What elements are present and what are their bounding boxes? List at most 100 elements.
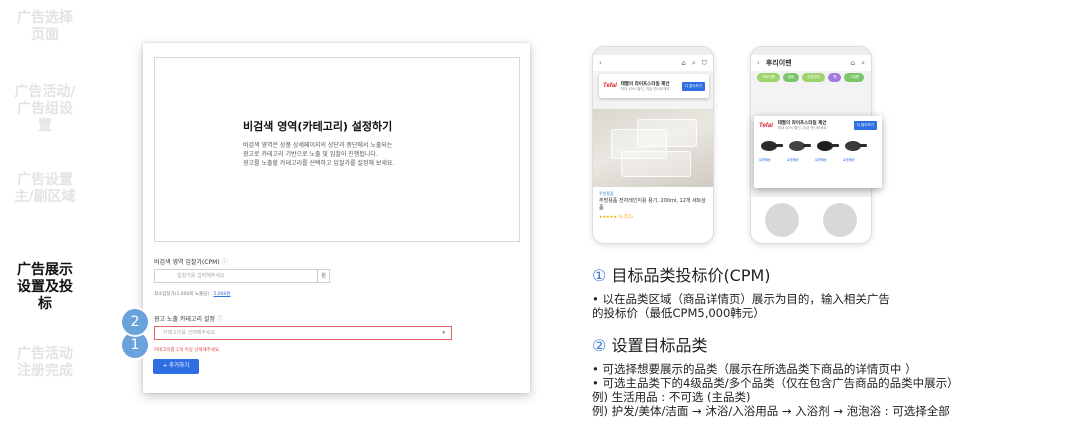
back-icon[interactable]: ‹ <box>599 59 602 67</box>
ad-cta-button[interactable]: 더 알아보기 <box>681 81 705 91</box>
step-label-line: 广告组设 <box>17 101 73 117</box>
home-icon[interactable]: ⌂ <box>681 59 685 67</box>
step-rail: 广告选择 页面 广告活动/ 广告组设 置 广告设置 主/副区域 广告展示 设置及… <box>0 0 104 442</box>
product-name: 주방용품 전자레인지용 용기, 200ml, 12개 세트상품 <box>599 198 706 211</box>
bid-label: 비검색 영역 입찰가(CPM) ⓘ <box>154 257 228 266</box>
category-page-title: 후리이팬 <box>765 59 792 67</box>
home-icon[interactable]: ⌂ <box>851 59 855 67</box>
section-target-category: ② 设置目标品类 • 可选择想要展示的品类（展示在所选品类下商品的详情页中 ） … <box>592 332 959 418</box>
container-shape <box>621 151 691 177</box>
status-bar <box>751 47 871 55</box>
search-icon[interactable]: ⌕ <box>861 59 865 68</box>
section-bid-price: ① 目标品类投标价(CPM) • 以在品类区域（商品详情页）展示为目的，输入相关… <box>592 262 890 320</box>
category-select[interactable]: 카테고리를 선택해주세요 ▾ <box>154 326 452 340</box>
section-title-text: 设置目标品类 <box>611 336 708 355</box>
brand-ad-banner[interactable]: Tefal 테팔의 라이프스타일 제안 최대 40% 할인, 지금 만나보세요 … <box>599 74 709 98</box>
step-label-line: 广告活动/ <box>14 84 76 100</box>
step-label-line: 广告展示 <box>17 262 73 278</box>
delivery-badge: 로켓배송 <box>759 158 771 162</box>
search-icon[interactable]: ⌕ <box>692 59 696 68</box>
step-label-line: 广告选择 <box>17 10 73 26</box>
category-chip[interactable]: 프라이팬 <box>757 73 780 82</box>
brand-logo: Tefal <box>603 83 617 89</box>
delivery-badge: 로켓배송 <box>843 158 855 162</box>
step-ad-page-selection: 广告选择 页面 <box>2 10 88 44</box>
ad-subtitle: 최대 40% 할인, 지금 만나보세요 <box>620 86 670 91</box>
section-title-text: 目标品类投标价(CPM) <box>611 266 771 285</box>
product-grid <box>751 197 871 243</box>
empty-state-description: 비검색 영역은 상품 상세페이지의 상단과 중단에서 노출되는 광고로 카테고리… <box>243 141 483 168</box>
section-number: ① <box>592 266 607 285</box>
product-image <box>593 109 713 187</box>
chevron-down-icon: ▾ <box>442 330 445 336</box>
description-line: 비검색 영역은 상품 상세페이지의 상단과 중단에서 노출되는 <box>243 142 393 149</box>
frying-pan-image[interactable] <box>787 137 811 155</box>
category-error-message: 카테고리를 1개 이상 선택해주세요. <box>154 348 221 353</box>
category-label-text: 광고 노출 카테고리 설정 <box>154 316 215 323</box>
bullet-line: • 可选主品类下的4级品类/多个品类（仅在包含广告商品的品类中展示） <box>592 376 959 390</box>
ad-text: 테팔의 라이프스타일 제안 최대 40% 할인, 지금 만나보세요 <box>621 81 678 92</box>
bid-unit: 원 <box>318 269 330 283</box>
category-ad-popup[interactable]: Tefal 테팔의 라이프스타일 제안 최대 40% 할인, 지금 만나보세요 … <box>754 116 882 188</box>
min-bid-value[interactable]: 5,000원 <box>213 292 230 297</box>
min-bid-prefix: 최소입찰가(1,000회 노출당) : <box>154 292 214 297</box>
phone-mockup-product-detail: ‹ ⌂ ⌕ ⛉ Tefal 테팔의 라이프스타일 제안 최대 40% 할인, 지… <box>592 46 714 244</box>
frying-pan-image[interactable] <box>843 137 867 155</box>
category-chip[interactable]: 주방세트 <box>802 73 826 82</box>
product-thumbnail <box>765 203 799 237</box>
bullet-line: • 可选择想要展示的品类（展示在所选品类下商品的详情页中 ） <box>592 362 917 376</box>
step-label-line: 主/副区域 <box>14 189 76 205</box>
step-display-and-bidding: 广告展示 设置及投 标 <box>2 262 88 313</box>
section-title: ① 目标品类投标价(CPM) <box>592 262 890 286</box>
step-label-line: 页面 <box>31 27 59 43</box>
step-badge-2: 2 <box>122 309 148 335</box>
back-icon[interactable]: ‹ <box>757 59 760 67</box>
cart-icon[interactable]: ⛉ <box>702 59 707 68</box>
section-title: ② 设置目标品类 <box>592 332 959 356</box>
category-placeholder: 카테고리를 선택해주세요 <box>163 330 216 336</box>
frying-pan-image[interactable] <box>759 137 783 155</box>
step-badge-1: 1 <box>122 332 148 358</box>
product-category: 주방용품 <box>599 191 614 196</box>
bullet-line: • 以在品类区域（商品详情页）展示为目的，输入相关广告 <box>592 292 890 306</box>
description-line: 광고를 노출할 카테고리를 선택하고 입찰가를 설정해 보세요. <box>243 160 395 167</box>
delivery-badge: 로켓배송 <box>815 158 827 162</box>
bullet-line: 的投标价（最低CPM5,000韩元） <box>592 306 765 320</box>
bid-label-text: 비검색 영역 입찰가(CPM) <box>154 259 220 266</box>
product-info: 주방용품 주방용품 전자레인지용 용기, 200ml, 12개 세트상품 ★★★… <box>593 187 713 243</box>
category-settings-panel: 비검색 영역(카테고리) 설정하기 비검색 영역은 상품 상세페이지의 상단과 … <box>143 43 530 393</box>
bullet-line: 例) 生活用品 : 不可选 (主品类) <box>592 390 751 404</box>
category-chip[interactable]: 웍 <box>828 73 842 82</box>
step-label-line: 广告设置 <box>17 172 73 188</box>
category-chip[interactable]: 냄비 <box>782 73 800 82</box>
empty-state-title: 비검색 영역(카테고리) 설정하기 <box>243 120 393 133</box>
product-thumbnail <box>823 203 857 237</box>
product-rating: ★★★★★ (4,755) <box>599 214 633 219</box>
description-line: 광고로 카테고리 기반으로 노출 및 입찰이 진행됩니다. <box>243 151 378 158</box>
bid-input[interactable]: 입찰가를 입력해주세요 <box>154 269 318 283</box>
category-chips: 프라이팬 냄비 주방세트 웍 그릴팬 <box>757 73 865 82</box>
pan-products <box>754 137 882 155</box>
empty-state-box: 비검색 영역(카테고리) 설정하기 비검색 영역은 상품 상세페이지의 상단과 … <box>154 57 520 242</box>
category-label: 광고 노출 카테고리 설정 ⓘ <box>154 314 223 323</box>
step-campaign-settings: 广告活动/ 广告组设 置 <box>2 84 88 135</box>
delivery-badge: 로켓배송 <box>787 158 799 162</box>
help-icon[interactable]: ⓘ <box>217 316 223 323</box>
app-header: ‹ ⌂ ⌕ ⛉ <box>593 55 713 71</box>
brand-logo: Tefal <box>759 122 773 129</box>
step-label-line: 置 <box>38 118 52 134</box>
pan-labels: 로켓배송 로켓배송 로켓배송 로켓배송 <box>754 155 882 164</box>
step-label-line: 设置及投 <box>17 279 73 295</box>
add-category-button[interactable]: + 추가하기 <box>153 359 199 374</box>
frying-pan-image[interactable] <box>815 137 839 155</box>
help-icon[interactable]: ⓘ <box>222 259 228 266</box>
category-chip[interactable]: 그릴팬 <box>844 73 865 82</box>
bullet-line: 例) 护发/美体/洁面 → 沐浴/入浴用品 → 入浴剂 → 泡泡浴 : 可选择全… <box>592 404 950 418</box>
min-bid-note: 최소입찰가(1,000회 노출당) : 5,000원 <box>154 291 231 297</box>
ad-cta-button[interactable]: 더 알아보기 <box>853 121 877 130</box>
step-registration-complete: 广告活动 注册完成 <box>2 346 88 380</box>
status-bar <box>593 47 713 55</box>
step-label-line: 注册完成 <box>17 363 73 379</box>
step-label-line: 标 <box>38 296 52 312</box>
step-label-line: 广告活动 <box>17 346 73 362</box>
